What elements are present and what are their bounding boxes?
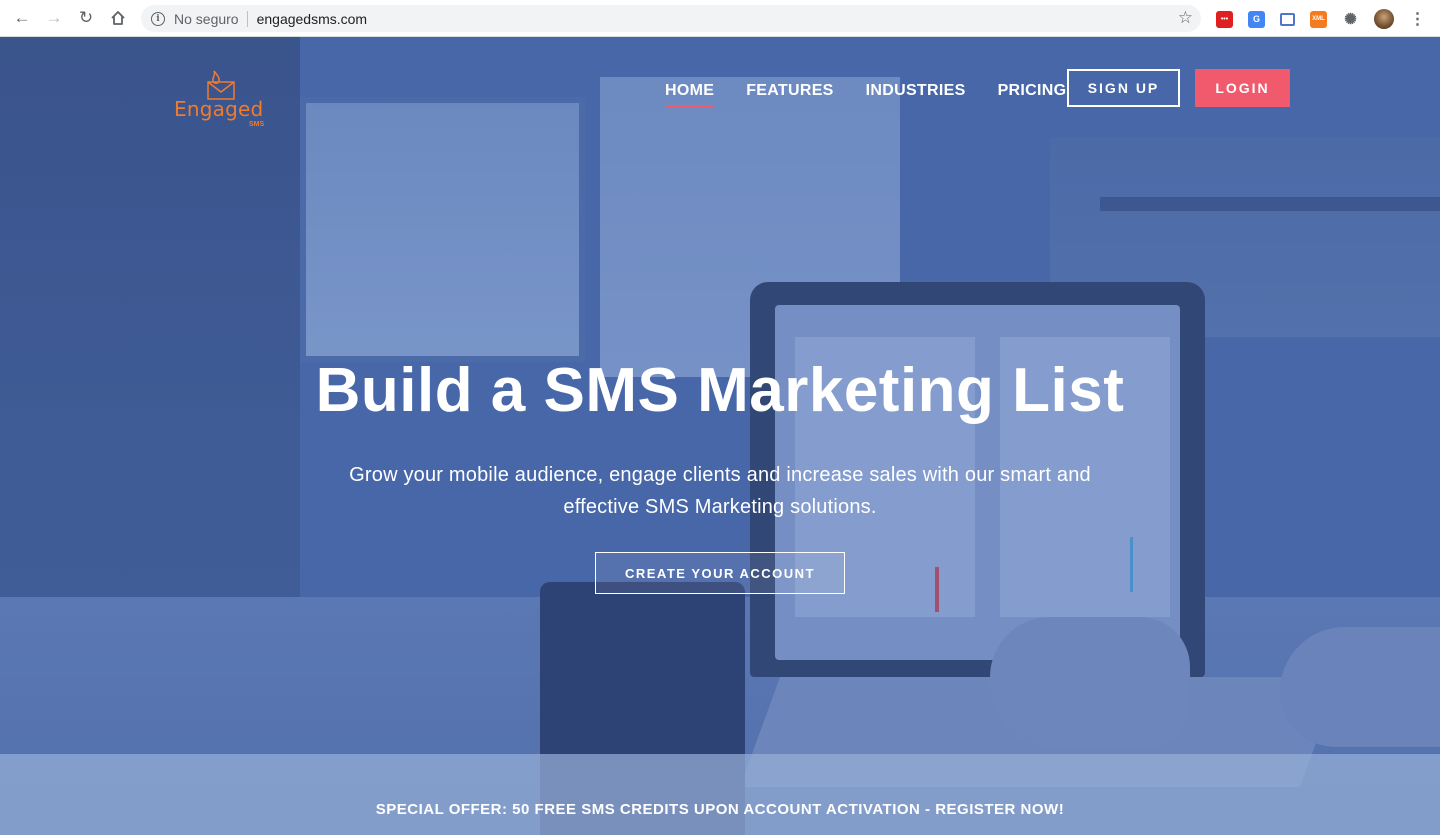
extensions-puzzle-icon[interactable]: ✺	[1342, 11, 1359, 28]
menu-kebab-icon[interactable]: ⋮	[1409, 11, 1426, 28]
info-icon[interactable]: i	[151, 11, 165, 26]
hero-section: Engaged SMS HOME FEATURES INDUSTRIES PRI…	[0, 37, 1440, 835]
nav-home[interactable]: HOME	[665, 82, 715, 108]
reload-icon[interactable]: ↻	[72, 4, 100, 32]
site-logo[interactable]: Engaged SMS	[174, 67, 269, 129]
create-account-button[interactable]: CREATE YOUR ACCOUNT	[595, 552, 845, 594]
signup-button[interactable]: SIGN UP	[1067, 69, 1180, 107]
extensions-bar: ••• G XML ✺ ⋮	[1216, 9, 1440, 29]
hero-subtitle: Grow your mobile audience, engage client…	[349, 464, 1091, 518]
url-text[interactable]: engagedsms.com	[257, 11, 368, 27]
logo-name: Engaged	[174, 97, 264, 121]
nav-pricing[interactable]: PRICING	[998, 82, 1067, 108]
red-ext-icon[interactable]: •••	[1216, 10, 1233, 28]
hero-title: Build a SMS Marketing List	[315, 356, 1125, 425]
security-label: No seguro	[174, 10, 239, 27]
xml-icon[interactable]: XML	[1310, 10, 1327, 28]
nav-features[interactable]: FEATURES	[746, 82, 833, 108]
home-icon[interactable]	[104, 4, 132, 32]
main-navigation: HOME FEATURES INDUSTRIES PRICING	[665, 82, 1098, 108]
special-offer-text[interactable]: SPECIAL OFFER: 50 FREE SMS CREDITS UPON …	[0, 801, 1440, 818]
background-blue-overlay	[0, 37, 1440, 835]
print-icon[interactable]	[1280, 12, 1295, 26]
forward-arrow-icon[interactable]: →	[40, 4, 68, 32]
bookmark-star-icon[interactable]: ☆	[1178, 8, 1193, 28]
envelope-flame-icon	[207, 70, 235, 100]
profile-avatar[interactable]	[1374, 9, 1394, 29]
nav-industries[interactable]: INDUSTRIES	[866, 82, 966, 108]
special-offer-banner: SPECIAL OFFER: 50 FREE SMS CREDITS UPON …	[0, 754, 1440, 835]
browser-toolbar: ← → ↻ i No seguro engagedsms.com ☆ ••• G…	[0, 0, 1440, 37]
address-bar[interactable]: i No seguro engagedsms.com ☆	[141, 5, 1201, 32]
google-translate-icon[interactable]: G	[1248, 10, 1265, 28]
logo-sub: SMS	[249, 121, 265, 128]
login-button[interactable]: LOGIN	[1195, 69, 1290, 107]
back-arrow-icon[interactable]: ←	[8, 4, 36, 32]
address-divider	[246, 10, 248, 27]
